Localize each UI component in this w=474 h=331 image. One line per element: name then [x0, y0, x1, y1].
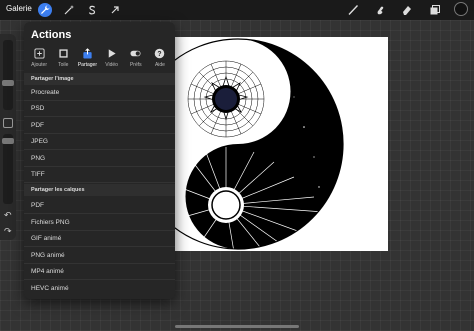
- panel-title: Actions: [31, 29, 72, 41]
- share-psd[interactable]: PSD: [24, 101, 175, 117]
- undo-icon[interactable]: ↶: [4, 210, 12, 221]
- share-icon: [80, 46, 94, 60]
- actions-panel: Actions Ajouter Toile Partager Vidéo Pré…: [24, 22, 175, 299]
- color-icon[interactable]: [454, 2, 468, 16]
- share-layers-animated-hevc[interactable]: HEVC animé: [24, 281, 175, 297]
- toggle-icon: [129, 46, 143, 60]
- eraser-icon[interactable]: [400, 3, 414, 17]
- brush-icon[interactable]: [346, 3, 360, 17]
- smudge-icon[interactable]: [373, 3, 387, 17]
- brush-size-thumb[interactable]: [2, 80, 14, 86]
- share-png[interactable]: PNG: [24, 151, 175, 167]
- opacity-slider[interactable]: [2, 134, 14, 204]
- share-image-header: Partager l'image: [24, 73, 175, 85]
- video-play-icon: [105, 46, 119, 60]
- left-sidebar: ↶ ↷: [0, 34, 16, 240]
- transform-arrow-icon[interactable]: [108, 3, 122, 17]
- opacity-thumb[interactable]: [2, 138, 14, 144]
- drawing-canvas[interactable]: [174, 37, 388, 251]
- top-toolbar: Galerie: [0, 0, 474, 20]
- layers-icon[interactable]: [428, 3, 442, 17]
- share-jpeg[interactable]: JPEG: [24, 134, 175, 150]
- svg-text:?: ?: [158, 50, 162, 57]
- share-layers-header: Partager les calques: [24, 184, 175, 196]
- share-layers-animated-png[interactable]: PNG animé: [24, 248, 175, 264]
- gallery-button[interactable]: Galerie: [6, 4, 32, 13]
- add-icon: [32, 46, 46, 60]
- redo-icon[interactable]: ↷: [4, 226, 12, 237]
- modify-button[interactable]: [3, 118, 13, 128]
- share-pdf[interactable]: PDF: [24, 118, 175, 134]
- selection-s-icon[interactable]: [85, 3, 99, 17]
- help-icon: ?: [153, 46, 167, 60]
- share-layers-png-files[interactable]: Fichiers PNG: [24, 215, 175, 231]
- yin-yang-artwork: [174, 38, 344, 250]
- magic-wand-icon[interactable]: [62, 3, 76, 17]
- wrench-icon[interactable]: [38, 3, 52, 17]
- share-layers-pdf[interactable]: PDF: [24, 198, 175, 214]
- canvas-icon: [56, 46, 70, 60]
- home-indicator: [175, 325, 299, 328]
- share-layers-animated-gif[interactable]: GIF animé: [24, 231, 175, 247]
- share-procreate[interactable]: Procreate: [24, 85, 175, 101]
- share-tiff[interactable]: TIFF: [24, 167, 175, 183]
- brush-size-slider[interactable]: [2, 40, 14, 110]
- share-layers-animated-mp4[interactable]: MP4 animé: [24, 264, 175, 280]
